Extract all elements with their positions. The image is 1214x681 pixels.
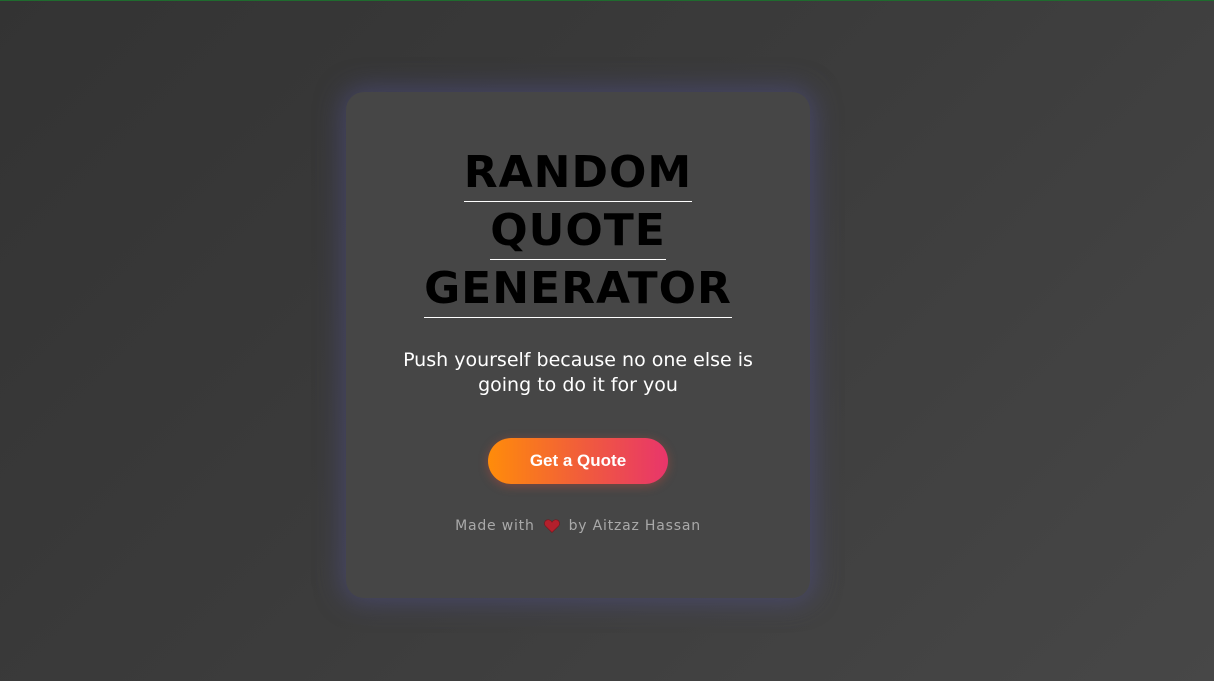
page-title: RANDOM QUOTE GENERATOR <box>424 144 732 318</box>
footer-credit: Made with by Aitzaz Hassan <box>455 518 701 534</box>
title-line-1: RANDOM <box>463 144 693 202</box>
quote-card: RANDOM QUOTE GENERATOR Push yourself bec… <box>346 92 810 598</box>
footer-prefix: Made with <box>455 518 535 534</box>
title-line-2: QUOTE <box>490 202 666 260</box>
top-border-line <box>0 0 1214 1</box>
heart-icon <box>543 518 561 534</box>
get-quote-button[interactable]: Get a Quote <box>488 438 668 484</box>
title-line-3: GENERATOR <box>424 260 732 318</box>
quote-text: Push yourself because no one else is goi… <box>403 349 753 396</box>
footer-author: by Aitzaz Hassan <box>568 518 701 534</box>
